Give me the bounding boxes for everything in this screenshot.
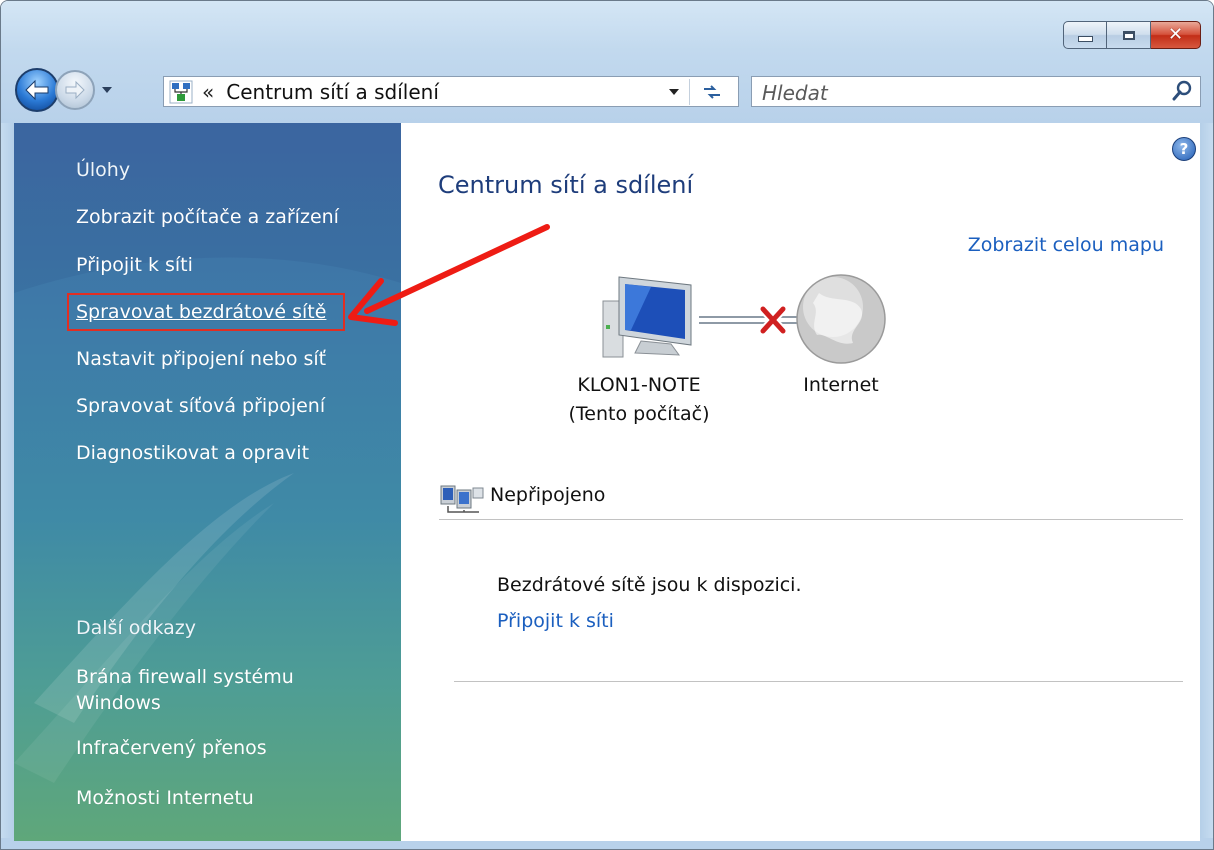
link-setup-connection[interactable]: Nastavit připojení nebo síť [76, 348, 326, 370]
minimize-button[interactable] [1063, 21, 1107, 49]
link-infrared-transfer[interactable]: Infračervený přenos [76, 737, 267, 759]
forward-button[interactable] [55, 70, 95, 110]
connect-to-network-link[interactable]: Připojit k síti [497, 610, 614, 632]
address-bar[interactable]: « Centrum sítí a sdílení [163, 76, 739, 107]
network-folder-icon [169, 80, 193, 103]
back-arrow-icon [25, 79, 49, 101]
link-diagnose-repair[interactable]: Diagnostikovat a opravit [76, 442, 309, 464]
annotation-highlight-box [67, 293, 345, 331]
status-divider [439, 519, 1183, 520]
computer-icon[interactable] [602, 276, 692, 358]
search-box [751, 76, 1201, 108]
minimize-icon [1077, 36, 1093, 42]
explorer-window: ✕ « Centrum sítí a sdílení Hledat Úlohy … [0, 0, 1214, 850]
search-button[interactable] [1172, 80, 1194, 106]
computer-label: KLON1-NOTE (Tento počítač) [554, 371, 724, 429]
help-icon[interactable]: ? [1172, 137, 1196, 161]
disconnected-x-icon [758, 304, 788, 336]
breadcrumb-overflow[interactable]: « [202, 80, 214, 104]
sidebar-swoosh-decoration [14, 123, 401, 783]
view-full-map-link[interactable]: Zobrazit celou mapu [968, 234, 1164, 256]
task-pane: Úlohy Zobrazit počítače a zařízení Připo… [14, 123, 401, 841]
window-frame-right [1200, 123, 1213, 849]
search-icon [1172, 80, 1192, 101]
network-status-icon [440, 485, 484, 513]
content-pane: ? Centrum sítí a sdílení Zobrazit celou … [401, 123, 1200, 841]
link-view-computers-devices[interactable]: Zobrazit počítače a zařízení [76, 206, 339, 228]
link-manage-network-connections[interactable]: Spravovat síťová připojení [76, 395, 325, 417]
network-map [602, 274, 886, 364]
address-dropdown-icon[interactable] [668, 88, 680, 96]
link-windows-firewall[interactable]: Brána firewall systému Windows [76, 664, 336, 716]
wireless-available-text: Bezdrátové sítě jsou k dispozici. [497, 574, 802, 596]
section-divider [454, 681, 1183, 682]
close-button[interactable]: ✕ [1151, 21, 1201, 49]
link-connect-to-network[interactable]: Připojit k síti [76, 254, 193, 276]
window-frame-left [1, 123, 14, 849]
link-internet-options[interactable]: Možnosti Internetu [76, 787, 254, 809]
back-button[interactable] [15, 68, 59, 112]
computer-subtitle: (Tento počítač) [568, 403, 710, 425]
search-input[interactable] [752, 77, 1164, 108]
navigation-buttons [15, 68, 113, 112]
maximize-icon [1122, 30, 1135, 40]
forward-arrow-icon [65, 80, 85, 100]
other-links-heading: Další odkazy [76, 617, 196, 639]
recent-pages-dropdown-icon[interactable] [101, 86, 113, 94]
caption-buttons: ✕ [1063, 21, 1201, 49]
refresh-icon [704, 85, 720, 99]
tasks-heading: Úlohy [76, 159, 131, 181]
internet-globe-icon[interactable] [796, 274, 886, 364]
internet-label: Internet [803, 374, 879, 396]
close-icon: ✕ [1167, 24, 1184, 45]
computer-name: KLON1-NOTE [577, 374, 701, 396]
refresh-button[interactable] [689, 79, 734, 105]
network-status-label: Nepřipojeno [490, 484, 606, 506]
page-title: Centrum sítí a sdílení [438, 171, 694, 199]
maximize-button[interactable] [1107, 21, 1151, 49]
breadcrumb-location[interactable]: Centrum sítí a sdílení [226, 80, 439, 104]
